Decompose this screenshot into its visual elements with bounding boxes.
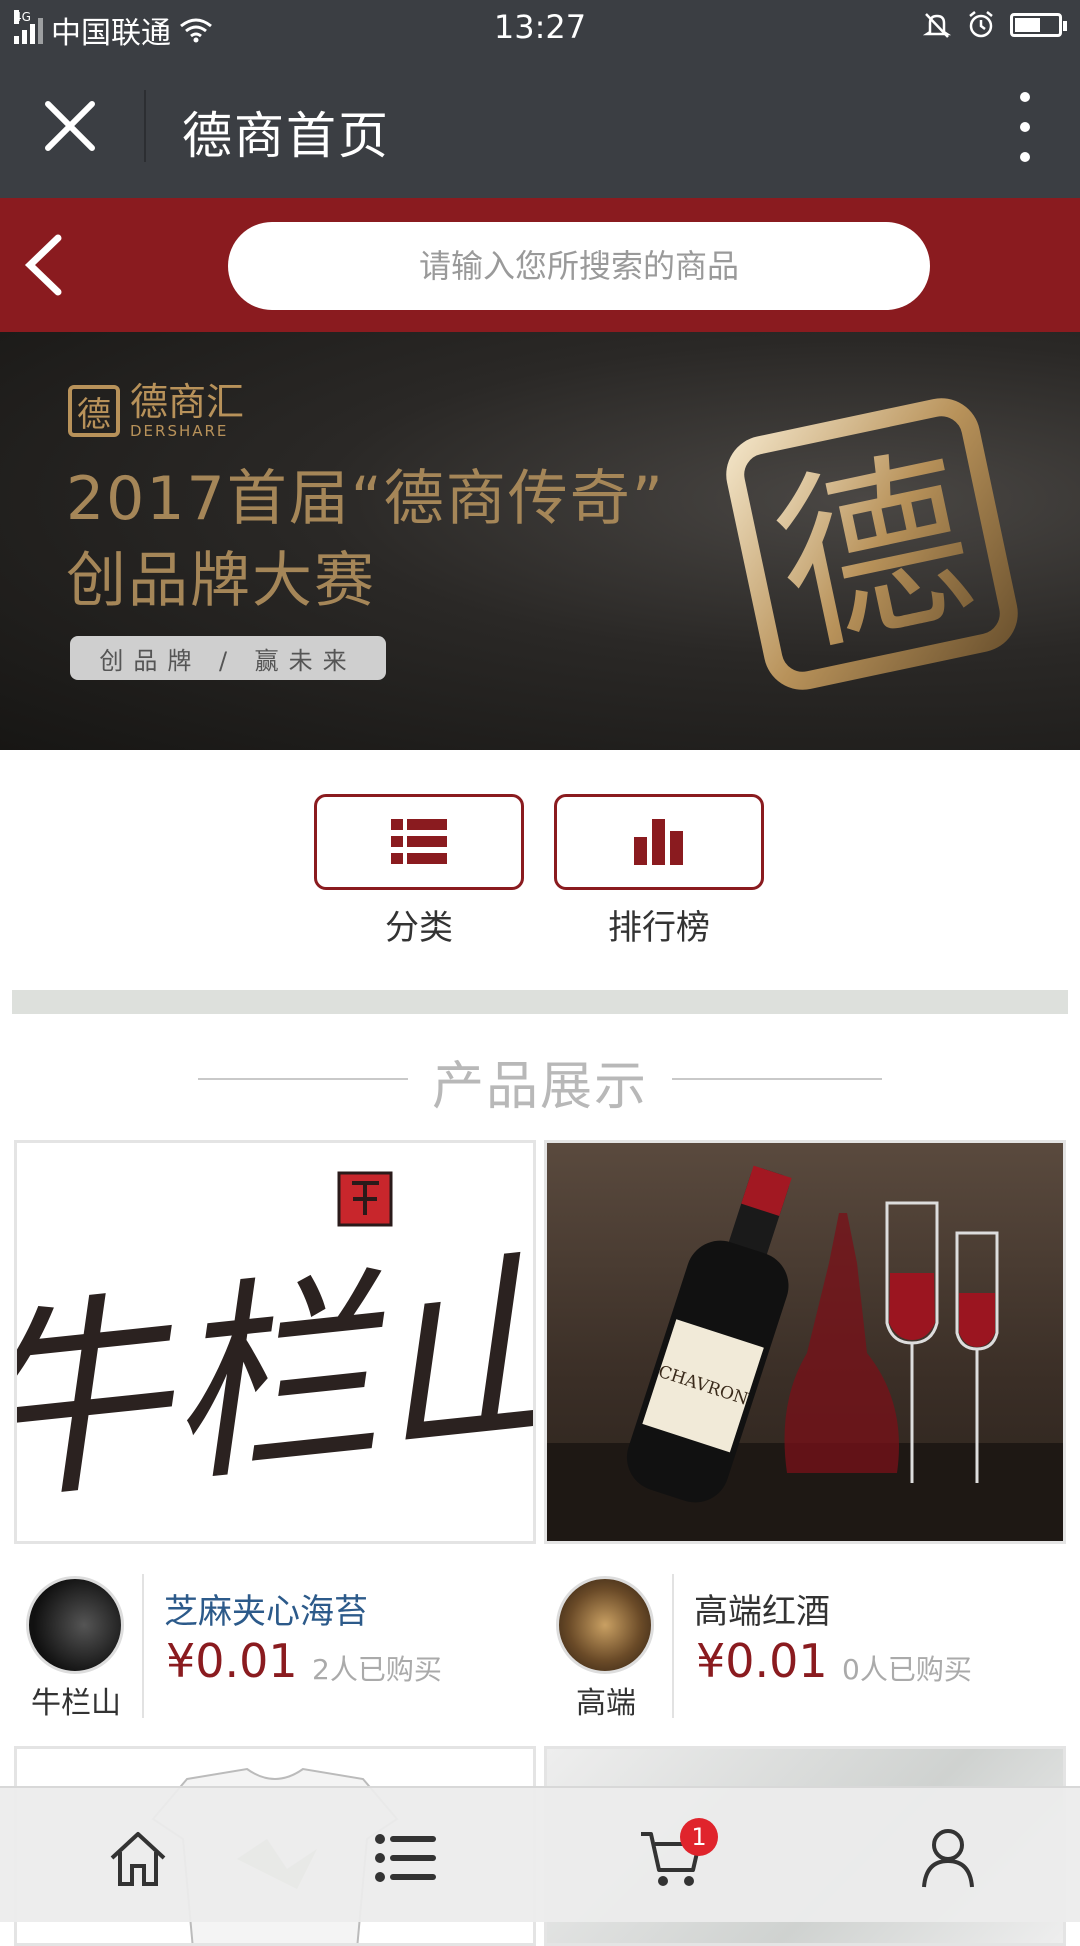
banner-slogan: 创品牌 / 赢未来 <box>70 636 386 680</box>
promo-banner[interactable]: 德 德商汇 DERSHARE 2017首届“德商传奇” 创品牌大赛 创品牌 / … <box>0 332 1080 750</box>
list-icon <box>391 819 447 864</box>
product-info[interactable]: 高端 高端红酒 ¥0.01 0人已购买 <box>544 1574 1064 1721</box>
product-price: ¥0.01 <box>696 1634 828 1688</box>
battery-level <box>1015 18 1041 32</box>
category-label[interactable]: 分类 <box>314 900 524 949</box>
shop-name[interactable]: 高端 <box>544 1678 668 1722</box>
chevron-left-icon[interactable] <box>14 232 74 298</box>
product-name[interactable]: 芝麻夹心海苔 <box>164 1584 368 1633</box>
ranking-button[interactable] <box>554 794 764 890</box>
info-separator <box>142 1574 144 1718</box>
user-icon[interactable] <box>908 1818 988 1898</box>
bar-chart-icon <box>634 819 683 865</box>
alarm-icon <box>969 11 993 38</box>
sold-count: 2人已购买 <box>312 1653 442 1686</box>
shop-avatar[interactable] <box>26 1576 124 1674</box>
product-price: ¥0.01 <box>166 1634 298 1688</box>
cart-badge: 1 <box>680 1818 718 1856</box>
product-name[interactable]: 高端红酒 <box>694 1584 830 1633</box>
more-vertical-icon[interactable] <box>1010 92 1040 162</box>
section-divider <box>12 990 1068 1014</box>
banner-emblem: 德 <box>726 398 1018 690</box>
sold-count: 0人已购买 <box>842 1653 972 1686</box>
product-info[interactable]: 牛栏山 芝麻夹心海苔 ¥0.01 2人已购买 <box>14 1574 534 1721</box>
wine-image: CHAVRON <box>547 1165 1063 1541</box>
heading-line-right <box>672 1078 882 1080</box>
search-input[interactable] <box>228 222 930 310</box>
product-image[interactable]: CHAVRON <box>544 1140 1066 1544</box>
calligraphy-logo-image: 牛栏山 <box>17 1171 533 1535</box>
section-heading: 产品展示 <box>0 1040 1080 1117</box>
banner-brand: 德 德商汇 DERSHARE <box>68 382 244 440</box>
battery-icon <box>1010 13 1067 37</box>
category-button[interactable] <box>314 794 524 890</box>
status-right <box>922 10 1067 40</box>
shop-avatar[interactable] <box>556 1576 654 1674</box>
title-separator <box>144 90 146 162</box>
mute-bell-icon <box>922 13 952 38</box>
banner-headline: 2017首届“德商传奇” <box>66 464 665 534</box>
home-icon[interactable] <box>98 1818 178 1898</box>
image-calligraphy: 牛栏山 <box>17 1224 533 1535</box>
status-bar: 4G 中国联通 13:27 <box>0 0 1080 54</box>
ranking-label[interactable]: 排行榜 <box>554 900 764 949</box>
title-bar: 德商首页 <box>0 54 1080 198</box>
brand-name-cn: 德商汇 <box>130 380 245 424</box>
bottom-nav: 1 <box>0 1786 1080 1922</box>
banner-subheadline: 创品牌大赛 <box>66 546 376 616</box>
list-icon[interactable] <box>366 1818 446 1898</box>
brand-logo: 德 <box>68 385 120 437</box>
info-separator <box>672 1574 674 1718</box>
section-title: 产品展示 <box>431 1057 648 1117</box>
search-bar <box>0 198 1080 332</box>
close-icon[interactable] <box>40 96 100 156</box>
product-image[interactable]: 牛栏山 <box>14 1140 536 1544</box>
brand-name-en: DERSHARE <box>130 422 229 440</box>
shop-name[interactable]: 牛栏山 <box>14 1678 138 1722</box>
status-time: 13:27 <box>493 8 587 46</box>
emblem-char: 德 <box>758 425 990 681</box>
page-title: 德商首页 <box>182 107 390 165</box>
